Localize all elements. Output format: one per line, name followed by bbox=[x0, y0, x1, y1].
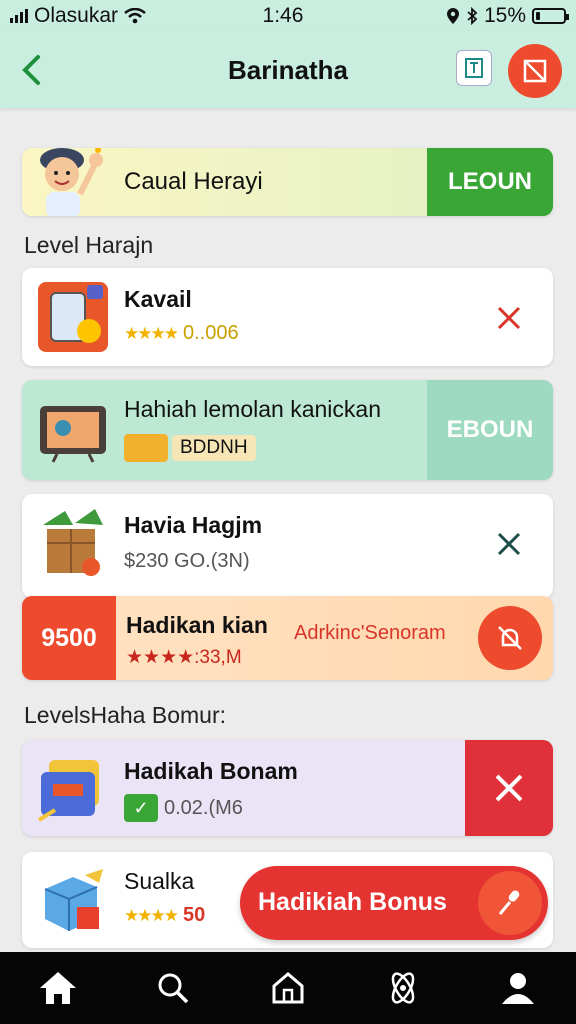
rating-stars: ★★★★ bbox=[124, 905, 179, 925]
atom-icon bbox=[391, 972, 415, 1004]
list-item-kavail[interactable]: Kavail ★★★★ 0..006 bbox=[22, 268, 553, 366]
document-icon bbox=[465, 58, 483, 78]
battery-fill bbox=[536, 12, 540, 20]
back-button[interactable] bbox=[14, 50, 50, 90]
banner-card[interactable]: Caual Herayi LEOUN bbox=[22, 148, 553, 216]
close-icon[interactable] bbox=[495, 530, 523, 563]
promo-tag: Adrkinc'Senoram bbox=[294, 622, 446, 644]
section-title-levels: Level Harajn bbox=[24, 232, 154, 258]
banner-button[interactable]: LEOUN bbox=[427, 148, 553, 216]
location-icon bbox=[446, 8, 459, 24]
home-icon bbox=[39, 972, 76, 1004]
check-icon: ✓ bbox=[124, 794, 158, 822]
cta-label: Hadikiah Bonus bbox=[258, 888, 447, 916]
status-right: 15% bbox=[446, 4, 569, 28]
item-title: Hahiah lemolan kanickan bbox=[124, 396, 381, 422]
promo-title: Hadikan kian bbox=[126, 612, 268, 638]
delete-button[interactable] bbox=[465, 740, 553, 836]
item-value: 0.02.(M6 bbox=[164, 796, 243, 819]
promo-amount: 9500 bbox=[22, 596, 116, 680]
promo-card[interactable]: 9500 Hadikan kian ★★★★:33,M Adrkinc'Seno… bbox=[22, 596, 553, 680]
mute-bell-icon bbox=[498, 626, 522, 650]
search-icon bbox=[158, 973, 189, 1004]
no-image-icon bbox=[523, 59, 547, 83]
chevron-left-icon bbox=[22, 55, 40, 85]
item-badge: BDDNH bbox=[124, 434, 256, 462]
item-title: Havia Hagjm bbox=[124, 512, 263, 538]
rating-stars: ★★★★ bbox=[124, 323, 179, 343]
battery-icon bbox=[532, 8, 569, 24]
list-item-bonus[interactable]: Hadikah Bonam ✓ 0.02.(M6 bbox=[22, 740, 553, 836]
bottom-navigation bbox=[0, 952, 576, 1024]
nav-house[interactable] bbox=[258, 958, 318, 1018]
document-button[interactable] bbox=[456, 50, 492, 86]
house-outline-icon bbox=[272, 972, 304, 1004]
nav-profile[interactable] bbox=[488, 958, 548, 1018]
tv-icon bbox=[34, 391, 112, 469]
profile-icon bbox=[502, 973, 535, 1004]
list-item-highlighted[interactable]: Hahiah lemolan kanickan BDDNH EBOUN bbox=[22, 380, 553, 480]
promo-sub: ★★★★:33,M bbox=[126, 647, 242, 668]
cta-round-button bbox=[478, 871, 542, 935]
item-value: 0..006 bbox=[182, 322, 239, 344]
mascot-icon bbox=[32, 148, 112, 216]
bluetooth-icon bbox=[467, 7, 478, 25]
status-left: Olasukar bbox=[10, 4, 210, 28]
item-title: Kavail bbox=[124, 286, 192, 312]
microphone-icon bbox=[498, 890, 520, 915]
promo-round-button[interactable] bbox=[478, 606, 542, 670]
carrier-label: Olasukar bbox=[34, 4, 119, 27]
page-title: Barinatha bbox=[228, 54, 348, 85]
cube-icon bbox=[34, 862, 112, 940]
item-value: $230 GO.(3N) bbox=[124, 550, 250, 572]
bonus-cta-button[interactable]: Hadikiah Bonus bbox=[240, 866, 548, 940]
nav-atom[interactable] bbox=[373, 958, 433, 1018]
item-sub: ★★★★ 0..006 bbox=[124, 322, 239, 345]
app-header: Barinatha bbox=[0, 32, 576, 108]
banner-text: Caual Herayi bbox=[124, 168, 263, 195]
item-value: 50 bbox=[182, 904, 206, 926]
item-action-button[interactable]: EBOUN bbox=[427, 380, 553, 480]
wifi-icon bbox=[124, 8, 146, 24]
item-sub: ★★★★ 50 bbox=[124, 904, 205, 927]
nav-home[interactable] bbox=[28, 958, 88, 1018]
close-round-button[interactable] bbox=[508, 44, 562, 98]
close-icon[interactable] bbox=[495, 304, 523, 337]
badge-text: BDDNH bbox=[172, 435, 256, 461]
item-title: Sualka bbox=[124, 868, 195, 894]
phone-app-icon bbox=[34, 278, 112, 356]
crate-icon bbox=[34, 504, 112, 582]
status-bar: Olasukar 1:46 15% bbox=[0, 0, 576, 32]
section-title-bonus: LevelsHaha Bomur: bbox=[24, 702, 226, 728]
status-time: 1:46 bbox=[262, 4, 304, 27]
item-sub: ✓ 0.02.(M6 bbox=[124, 794, 243, 822]
folder-icon bbox=[34, 749, 112, 827]
battery-percent: 15% bbox=[483, 4, 526, 27]
signal-icon bbox=[10, 9, 28, 23]
nav-search[interactable] bbox=[143, 958, 203, 1018]
badge-icon bbox=[124, 434, 168, 462]
item-title: Hadikah Bonam bbox=[124, 758, 298, 784]
close-icon bbox=[495, 774, 523, 802]
list-item-havia[interactable]: Havia Hagjm $230 GO.(3N) bbox=[22, 494, 553, 598]
